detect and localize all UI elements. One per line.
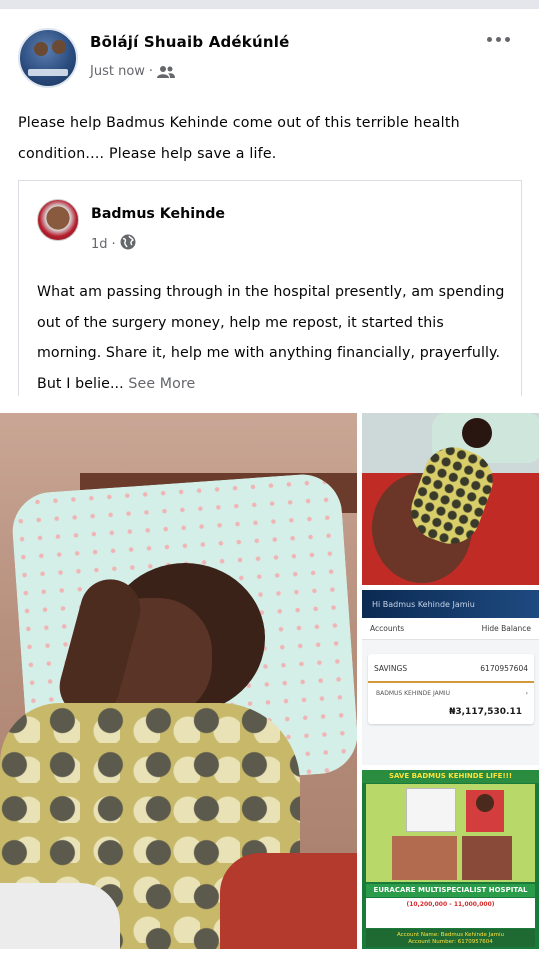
bank-accounts-label: Accounts [370,624,405,633]
shared-post-timestamp[interactable]: 1d [91,237,108,252]
friends-icon[interactable] [157,65,176,79]
post-meta: Just now · [90,64,176,79]
dot-icon [495,36,501,42]
photo-patient-lying[interactable] [362,413,539,585]
flyer-title: SAVE BADMUS KEHINDE LIFE!!! [362,770,539,783]
bank-account-holder: BADMUS KEHINDE JAMIU [376,690,451,697]
post-text: Please help Badmus Kehinde come out of t… [18,115,460,162]
meta-separator: · [148,64,154,79]
flyer-info: (10,200,000 - 11,000,000) [366,898,535,928]
meta-separator: · [111,236,116,252]
see-more-link[interactable]: See More [128,376,195,392]
photo-patient-in-bed[interactable] [0,413,357,949]
bank-account-type: SAVINGS [374,664,408,673]
shared-post-text: What am passing through in the hospital … [37,277,511,399]
dot-icon [486,36,492,42]
photo-fundraising-flyer[interactable]: SAVE BADMUS KEHINDE LIFE!!! EURACARE MUL… [362,770,539,949]
chevron-right-icon: › [525,690,528,697]
bank-hide-balance: Hide Balance [481,624,531,633]
shared-post-meta: 1d · [91,234,136,254]
photo-bank-screenshot[interactable]: Hi Badmus Kehinde Jamiu Accounts Hide Ba… [362,590,539,765]
bank-accounts-bar: Accounts Hide Balance [362,618,539,640]
more-options-button[interactable] [483,28,513,50]
bank-greeting: Hi Badmus Kehinde Jamiu [362,590,539,618]
shared-author-name[interactable]: Badmus Kehinde [91,206,225,222]
flyer-account-number: Account Number: 6170957604 [408,939,493,945]
bank-account-card: SAVINGS 6170957604 BADMUS KEHINDE JAMIU … [368,654,534,724]
post-header: Bōlájí Shuaib Adékúnlé Just now · [18,28,523,88]
author-avatar[interactable] [18,28,78,88]
flyer-hospital: EURACARE MULTISPECIALIST HOSPITAL [366,884,535,897]
flyer-images [366,784,535,882]
shared-author-avatar[interactable] [37,199,79,241]
bank-account-number: 6170957604 [480,664,528,673]
flyer-account-name: Account Name: Badmus Kehinde Jamiu [396,932,505,938]
top-divider [0,0,539,9]
post-timestamp[interactable]: Just now [90,64,145,79]
dot-icon [504,36,510,42]
shared-post[interactable]: Badmus Kehinde 1d · What am passing thro… [18,180,522,396]
shared-post-body: What am passing through in the hospital … [37,284,505,392]
bank-balance: ₦3,117,530.11 [449,707,522,717]
photo-grid: Hi Badmus Kehinde Jamiu Accounts Hide Ba… [0,413,539,954]
globe-icon [120,234,136,254]
flyer-account: Account Name: Badmus Kehinde Jamiu Accou… [366,929,535,947]
author-name[interactable]: Bōlájí Shuaib Adékúnlé [90,33,289,51]
flyer-amount: (10,200,000 - 11,000,000) [406,901,495,908]
